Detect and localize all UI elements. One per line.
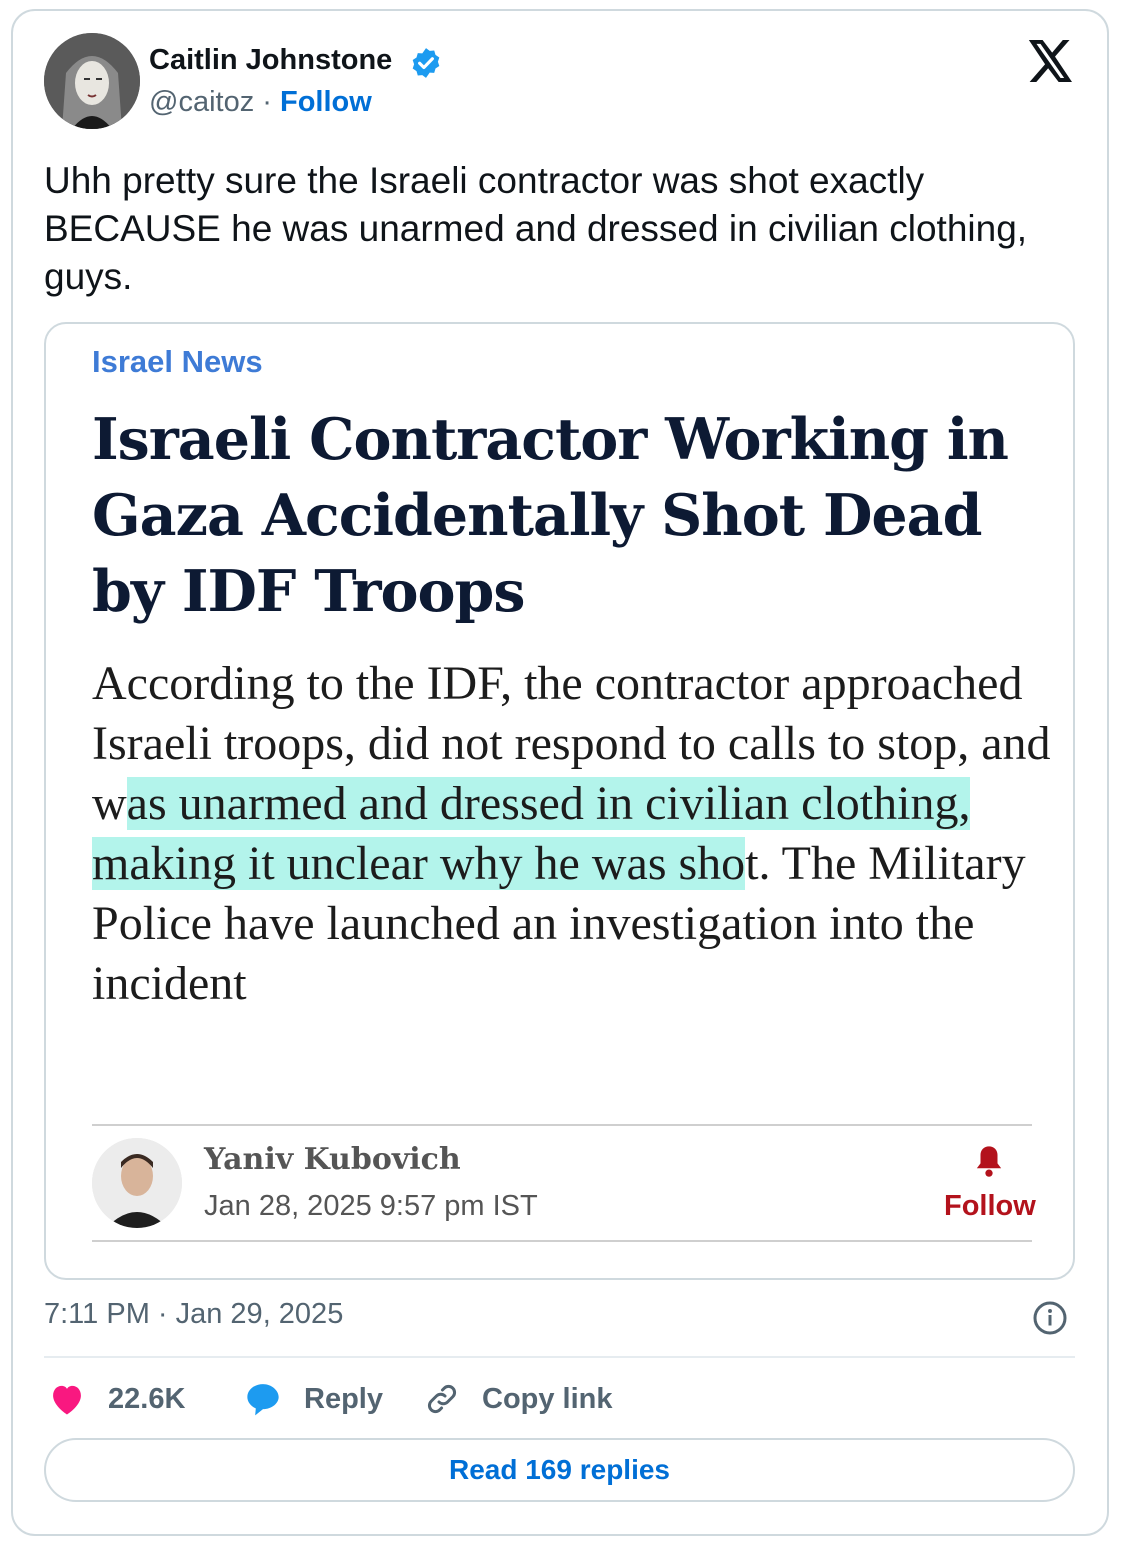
footer-divider: [44, 1356, 1075, 1358]
verified-badge-icon: [412, 48, 440, 78]
separator-dot: ·: [262, 86, 272, 118]
copy-link-button[interactable]: Copy link: [424, 1378, 613, 1420]
tweet-text: Uhh pretty sure the Israeli contractor w…: [44, 160, 1028, 297]
author-name[interactable]: Caitlin Johnstone: [149, 44, 392, 77]
article-summary: According to the IDF, the contractor app…: [92, 654, 1052, 1014]
author-handle[interactable]: @caitoz: [149, 86, 254, 118]
handle-row: @caitoz · Follow: [149, 86, 372, 119]
follow-button[interactable]: Follow: [280, 86, 372, 118]
reporter-name: Yaniv Kubovich: [204, 1142, 461, 1177]
read-replies-button[interactable]: Read 169 replies: [44, 1438, 1075, 1502]
copy-link-label: Copy link: [482, 1382, 613, 1415]
article-headline: Israeli Contractor Working in Gaza Accid…: [92, 406, 1009, 625]
article-section-label: Israel News: [92, 344, 263, 379]
like-button[interactable]: 22.6K: [48, 1378, 185, 1420]
tweet-timestamp[interactable]: 7:11 PM · Jan 29, 2025: [44, 1298, 343, 1331]
reply-button[interactable]: Reply: [244, 1378, 383, 1420]
link-icon: [428, 1385, 456, 1413]
heart-icon: [53, 1385, 81, 1415]
reporter-date: Jan 28, 2025 9:57 pm IST: [204, 1190, 538, 1222]
byline-divider-top: [92, 1124, 1032, 1126]
x-logo-icon[interactable]: [1028, 40, 1074, 82]
bell-icon: [976, 1146, 1002, 1177]
reporter-follow-button: Follow: [944, 1190, 1036, 1222]
reporter-avatar: [92, 1138, 182, 1228]
embedded-article-image[interactable]: Israel News Israeli Contractor Working i…: [44, 322, 1075, 1280]
byline-divider-bottom: [92, 1240, 1032, 1242]
reply-label: Reply: [304, 1382, 383, 1415]
like-count: 22.6K: [108, 1382, 186, 1415]
author-avatar[interactable]: [44, 33, 140, 129]
info-icon[interactable]: [1032, 1300, 1068, 1336]
reply-bubble-icon: [247, 1384, 279, 1416]
